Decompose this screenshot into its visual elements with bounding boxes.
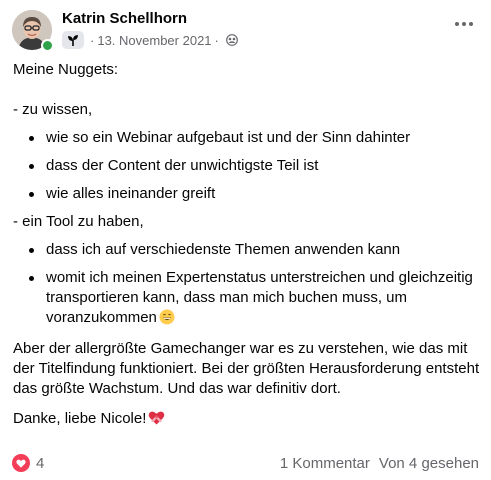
sprout-icon[interactable] [62,31,84,49]
more-options-button[interactable] [449,12,479,36]
dot-icon [462,22,466,26]
heart-with-ribbon-icon [148,410,165,432]
reactions-summary[interactable]: 4 [12,454,44,472]
group2-list: dass ich auf verschiedenste Themen anwen… [13,240,481,331]
dot-icon [469,22,473,26]
list-item: wie alles ineinander greift [13,184,481,204]
post-header: Katrin Schellhorn · 13. November 2021 · [12,8,479,52]
meta-separator-2: · [214,32,219,48]
post-footer: 4 1 Kommentar Von 4 gesehen [12,452,479,474]
list-item-text: womit ich meinen Expertenstatus unterstr… [46,269,473,326]
group1-list: wie so ein Webinar aufgebaut ist und der… [13,128,481,204]
post-intro: Meine Nuggets: [13,61,119,78]
post-meta: · 13. November 2021 · [62,30,238,50]
group-audience-icon[interactable] [225,34,238,46]
online-status-dot [41,39,54,52]
reaction-count: 4 [36,454,45,472]
seen-by-count[interactable]: Von 4 gesehen [379,455,479,472]
heart-reaction-icon [12,454,30,472]
comments-count-link[interactable]: 1 Kommentar [280,455,370,472]
list-item: womit ich meinen Expertenstatus unterstr… [13,268,481,331]
thanks-text: Danke, liebe Nicole! [13,410,147,427]
group1-title: - zu wissen, [13,101,93,118]
post-date[interactable]: 13. November 2021 [97,33,211,48]
list-item: dass ich auf verschiedenste Themen anwen… [13,240,481,260]
author-name[interactable]: Katrin Schellhorn [62,10,187,27]
group2-title: - ein Tool zu haben, [13,213,144,230]
closing-paragraph: Aber der allergrößte Gamechanger war es … [13,340,480,397]
post-body: Meine Nuggets: - zu wissen, wie so ein W… [13,60,481,432]
thanks-line: Danke, liebe Nicole! [13,409,481,432]
list-item: dass der Content der unwichtigste Teil i… [13,156,481,176]
meta-separator: · [90,32,95,48]
grinning-face-icon [159,309,175,331]
list-item: wie so ein Webinar aufgebaut ist und der… [13,128,481,148]
dot-icon [455,22,459,26]
